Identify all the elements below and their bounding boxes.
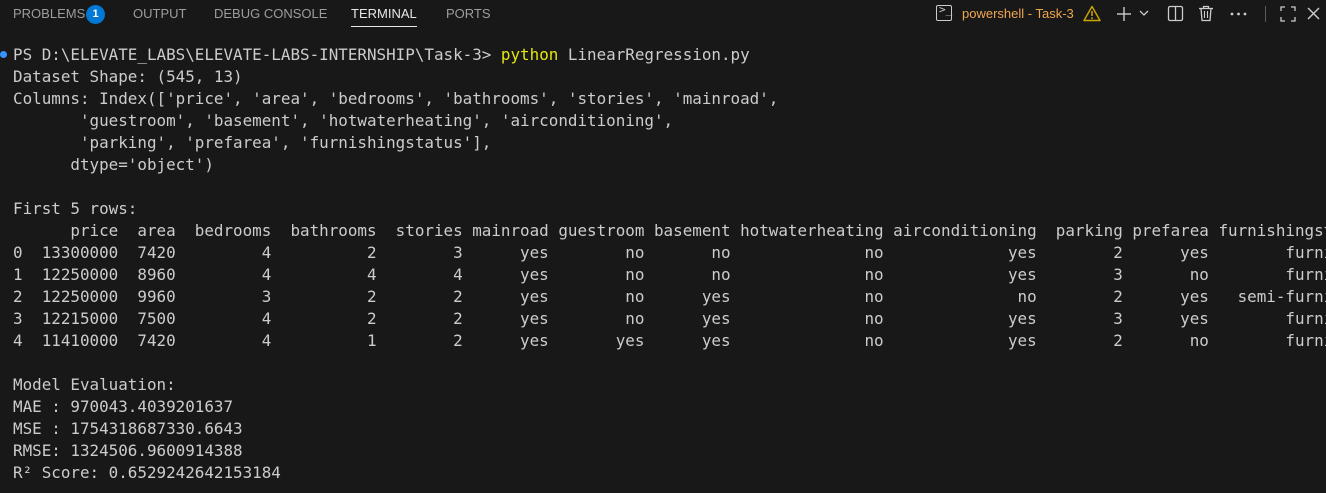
tab-output[interactable]: OUTPUT — [133, 6, 186, 21]
tab-ports[interactable]: PORTS — [446, 6, 491, 21]
tab-problems[interactable]: PROBLEMS — [13, 6, 85, 21]
prompt: PS D:\ELEVATE_LABS\ELEVATE-LABS-INTERNSH… — [13, 45, 501, 64]
table-row-line: 1 12250000 8960 4 4 4 yes no no no yes 3… — [13, 265, 1326, 284]
output-line: MAE : 970043.4039201637 — [13, 397, 234, 416]
table-row-line: 4 11410000 7420 4 1 2 yes yes yes no yes… — [13, 331, 1326, 350]
toolbar-divider — [1265, 6, 1266, 22]
problems-count-badge: 1 — [86, 5, 105, 24]
terminal-output[interactable]: PS D:\ELEVATE_LABS\ELEVATE-LABS-INTERNSH… — [0, 44, 1326, 493]
active-tab-indicator — [351, 26, 417, 27]
output-line: 'parking', 'prefarea', 'furnishingstatus… — [13, 133, 492, 152]
command-argument: LinearRegression.py — [558, 45, 750, 64]
table-row-line: 0 13300000 7420 4 2 3 yes no no no yes 2… — [13, 243, 1326, 262]
output-line: Model Evaluation: — [13, 375, 176, 394]
output-line: Dataset Shape: (545, 13) — [13, 67, 243, 86]
command-line: PS D:\ELEVATE_LABS\ELEVATE-LABS-INTERNSH… — [13, 44, 750, 66]
output-line: MSE : 1754318687330.6643 — [13, 419, 243, 438]
terminal-instance-label[interactable]: powershell - Task-3 — [962, 6, 1074, 21]
maximize-panel-icon[interactable] — [1280, 6, 1296, 22]
output-line: R² Score: 0.6529242642153184 — [13, 463, 281, 482]
new-terminal-icon[interactable] — [1116, 6, 1132, 22]
command-decoration-dot — [0, 51, 7, 58]
tab-terminal[interactable]: TERMINAL — [351, 6, 417, 21]
panel-tab-bar: PROBLEMS 1 OUTPUT DEBUG CONSOLE TERMINAL… — [0, 0, 1326, 30]
trash-icon[interactable] — [1198, 5, 1214, 22]
warning-icon[interactable] — [1083, 5, 1101, 22]
split-terminal-icon[interactable] — [1167, 5, 1184, 22]
table-row-line: 2 12250000 9960 3 2 2 yes no yes no no 2… — [13, 287, 1326, 306]
output-line: dtype='object') — [13, 155, 214, 174]
table-header-line: price area bedrooms bathrooms stories ma… — [13, 221, 1326, 240]
more-actions-icon[interactable] — [1230, 12, 1247, 16]
output-line: RMSE: 1324506.9600914388 — [13, 441, 243, 460]
close-panel-icon[interactable] — [1307, 7, 1320, 20]
chevron-down-icon[interactable] — [1139, 9, 1149, 17]
table-row-line: 3 12215000 7500 4 2 2 yes no yes no yes … — [13, 309, 1326, 328]
output-line: Columns: Index(['price', 'area', 'bedroo… — [13, 89, 779, 108]
tab-debug-console[interactable]: DEBUG CONSOLE — [214, 6, 327, 21]
terminal-icon[interactable]: >_ — [936, 3, 952, 21]
output-line: First 5 rows: — [13, 199, 138, 218]
command-executable: python — [500, 45, 559, 64]
output-line: 'guestroom', 'basement', 'hotwaterheatin… — [13, 111, 674, 130]
